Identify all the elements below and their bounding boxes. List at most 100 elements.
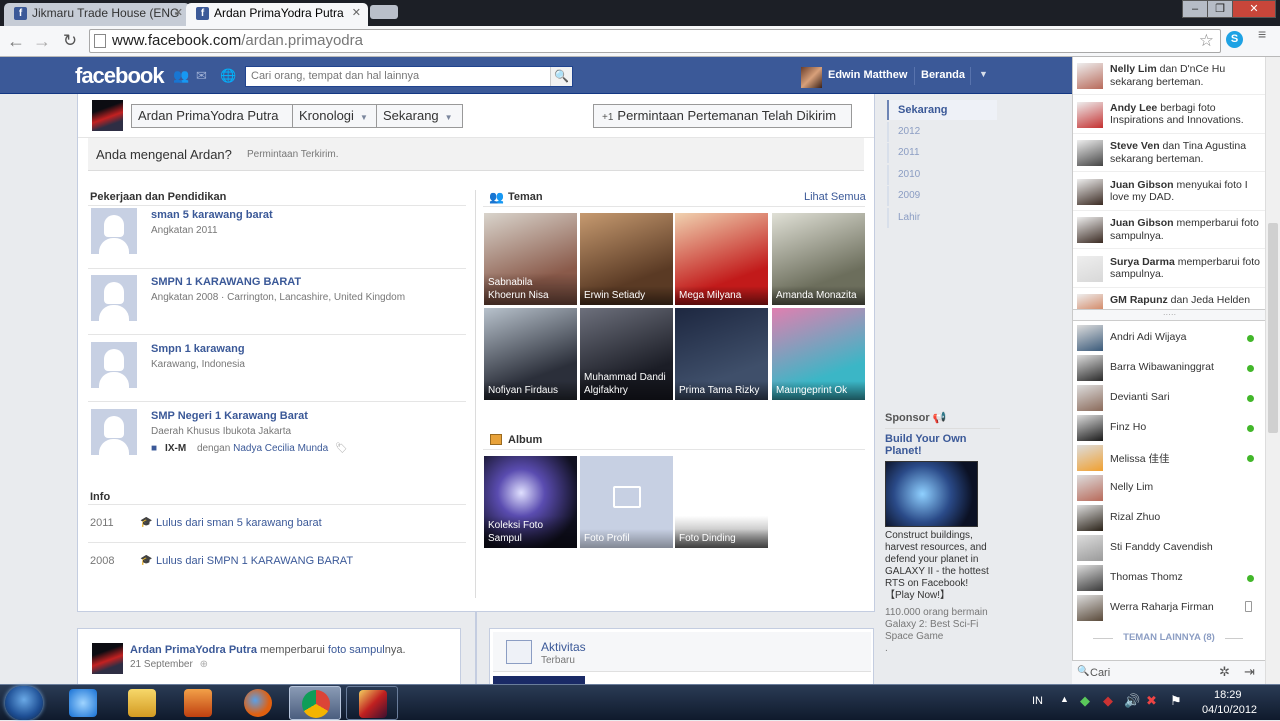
- friend-tile[interactable]: Muhammad Dandi Algifakhry: [580, 308, 673, 400]
- clock-time[interactable]: 18:29: [1214, 689, 1242, 701]
- school-name-link[interactable]: SMPN 1 KARAWANG BARAT: [151, 276, 301, 288]
- notifications-globe-icon[interactable]: 🌐: [220, 69, 236, 83]
- scrollbar-thumb[interactable]: [1268, 223, 1278, 433]
- activity-title[interactable]: Aktivitas: [541, 640, 586, 654]
- chat-friend-row[interactable]: Nelly Lim: [1073, 473, 1266, 503]
- friend-tile[interactable]: Sabnabila Khoerun Nisa: [484, 213, 577, 305]
- ticker-actor-name[interactable]: Andy Lee: [1110, 102, 1157, 114]
- story-author-link[interactable]: Ardan PrimaYodra Putra: [130, 644, 257, 656]
- ticker-item[interactable]: Steve Ven dan Tina Agustina sekarang ber…: [1073, 134, 1266, 172]
- friend-tile[interactable]: Prima Tama Rizky: [675, 308, 768, 400]
- friend-tile[interactable]: Amanda Monazita: [772, 213, 865, 305]
- timeline-dropdown[interactable]: Kronologi ▼: [292, 104, 376, 128]
- action-center-icon[interactable]: ⚑: [1170, 693, 1182, 709]
- ticker-item[interactable]: Juan Gibson memperbarui foto sampulnya.: [1073, 211, 1266, 249]
- chat-search-input[interactable]: Cari: [1090, 667, 1110, 679]
- browser-tab-jikmaru[interactable]: f Jikmaru Trade House (ENG ✕: [4, 3, 190, 26]
- timeline-year-2011[interactable]: 2011: [887, 143, 997, 163]
- ticker-avatar[interactable]: [1077, 101, 1103, 128]
- browser-tab-ardan[interactable]: f Ardan PrimaYodra Putra ✕: [186, 3, 368, 26]
- school-name-link[interactable]: Smpn 1 karawang: [151, 343, 245, 355]
- album-tile-cover-photos[interactable]: Koleksi Foto Sampul: [484, 456, 577, 548]
- ticker-item[interactable]: Andy Lee berbagi foto Inspirations and I…: [1073, 96, 1266, 134]
- ticker-item[interactable]: Surya Darma memperbarui foto sampulnya.: [1073, 250, 1266, 288]
- ticker-actor-name[interactable]: Surya Darma: [1110, 256, 1175, 268]
- chat-friend-row[interactable]: Melissa 佳佳: [1073, 443, 1266, 473]
- ad-title-link[interactable]: Build Your Own Planet!: [885, 433, 995, 457]
- user-avatar[interactable]: [801, 67, 822, 88]
- taskbar-media-player-icon[interactable]: [172, 686, 224, 720]
- taskbar-firefox-icon[interactable]: [232, 686, 284, 720]
- timeline-year-born[interactable]: Lahir: [887, 208, 997, 228]
- wrench-menu-icon[interactable]: ≡: [1258, 27, 1272, 48]
- story-avatar[interactable]: [92, 643, 123, 674]
- album-tile-wall-photos[interactable]: Foto Dinding: [675, 456, 768, 548]
- bookmark-star-icon[interactable]: ☆: [1199, 30, 1214, 52]
- forward-arrow-icon[interactable]: →: [31, 30, 53, 52]
- skype-extension-icon[interactable]: S: [1226, 31, 1243, 48]
- close-tab-icon[interactable]: ✕: [352, 3, 361, 24]
- friend-request-sent-button[interactable]: +1 Permintaan Pertemanan Telah Dikirim: [593, 104, 852, 128]
- ticker-avatar[interactable]: [1077, 217, 1103, 243]
- search-icon[interactable]: 🔍: [550, 67, 572, 86]
- windows-start-icon[interactable]: [5, 686, 43, 720]
- tagged-friend-link[interactable]: Nadya Cecilia Munda: [233, 443, 328, 454]
- close-tab-icon[interactable]: ✕: [174, 3, 183, 24]
- story-object-link[interactable]: foto sampul: [328, 644, 385, 656]
- friend-tile[interactable]: Mega Milyana: [675, 213, 768, 305]
- taskbar-explorer-icon[interactable]: [116, 686, 168, 720]
- school-placeholder-icon[interactable]: [91, 208, 137, 254]
- ticker-avatar[interactable]: [1077, 255, 1103, 282]
- ticker-item[interactable]: Nelly Lim dan D'nCe Hu sekarang berteman…: [1073, 57, 1266, 95]
- new-tab-button[interactable]: [370, 5, 398, 19]
- user-name-link[interactable]: Edwin Matthew: [828, 69, 907, 81]
- taskbar-game-icon[interactable]: [346, 686, 398, 720]
- friend-tile[interactable]: Maungeprint Ok: [772, 308, 865, 400]
- hide-sidebar-icon[interactable]: ⇥: [1244, 664, 1255, 680]
- taskbar-ie-icon[interactable]: [57, 686, 109, 720]
- see-all-friends-link[interactable]: Lihat Semua: [804, 191, 866, 203]
- timeline-year-2012[interactable]: 2012: [887, 122, 997, 142]
- chat-options-gear-icon[interactable]: ✲: [1219, 664, 1230, 680]
- ticker-avatar[interactable]: [1077, 294, 1103, 309]
- address-bar[interactable]: www.facebook.com/ardan.primayodra ☆: [89, 29, 1221, 53]
- messages-icon[interactable]: ✉: [196, 69, 210, 83]
- reload-icon[interactable]: ↻: [59, 30, 81, 52]
- school-placeholder-icon[interactable]: [91, 342, 137, 388]
- back-arrow-icon[interactable]: ←: [5, 30, 27, 52]
- chat-friend-row[interactable]: Thomas Thomz: [1073, 563, 1266, 593]
- ticker-avatar[interactable]: [1077, 178, 1103, 205]
- ad-image[interactable]: [885, 461, 978, 527]
- info-link[interactable]: Lulus dari sman 5 karawang barat: [156, 517, 322, 529]
- language-indicator[interactable]: IN: [1032, 695, 1043, 707]
- friend-tile[interactable]: Erwin Setiady: [580, 213, 673, 305]
- facebook-logo[interactable]: facebook: [75, 63, 165, 89]
- school-name-link[interactable]: SMP Negeri 1 Karawang Barat: [151, 410, 308, 422]
- chat-friend-row[interactable]: Barra Wibawaninggrat: [1073, 353, 1266, 383]
- home-link[interactable]: Beranda: [921, 69, 965, 81]
- timeline-year-2010[interactable]: 2010: [887, 165, 997, 185]
- ticker-avatar[interactable]: [1077, 63, 1103, 89]
- school-name-link[interactable]: sman 5 karawang barat: [151, 209, 273, 221]
- profile-thumbnail[interactable]: [92, 100, 123, 131]
- chat-friend-row[interactable]: Andri Adi Wijaya: [1073, 323, 1266, 353]
- chat-friend-row[interactable]: Rizal Zhuo: [1073, 503, 1266, 533]
- chat-friend-row[interactable]: Sti Fanddy Cavendish: [1073, 533, 1266, 563]
- volume-icon[interactable]: 🔊: [1124, 693, 1140, 709]
- album-tile-profile-photos[interactable]: Foto Profil: [580, 456, 673, 548]
- search-input[interactable]: Cari orang, tempat dan hal lainnya 🔍: [245, 66, 573, 87]
- friend-requests-icon[interactable]: 👥: [173, 69, 189, 83]
- school-placeholder-icon[interactable]: [91, 409, 137, 455]
- sidebar-scrollbar[interactable]: [1265, 57, 1280, 684]
- school-placeholder-icon[interactable]: [91, 275, 137, 321]
- chat-friend-row[interactable]: Devianti Sari: [1073, 383, 1266, 413]
- info-link[interactable]: Lulus dari SMPN 1 KARAWANG BARAT: [156, 555, 353, 567]
- close-window-button[interactable]: ✕: [1232, 0, 1276, 18]
- tray-expand-icon[interactable]: ▲: [1060, 694, 1069, 704]
- clock-date[interactable]: 04/10/2012: [1202, 704, 1257, 716]
- timeline-year-2009[interactable]: 2009: [887, 186, 997, 206]
- account-menu-caret-icon[interactable]: ▼: [979, 69, 988, 79]
- profile-name-button[interactable]: Ardan PrimaYodra Putra: [131, 104, 293, 128]
- timeline-year-now[interactable]: Sekarang: [887, 100, 997, 120]
- ticker-actor-name[interactable]: Steve Ven: [1110, 140, 1160, 152]
